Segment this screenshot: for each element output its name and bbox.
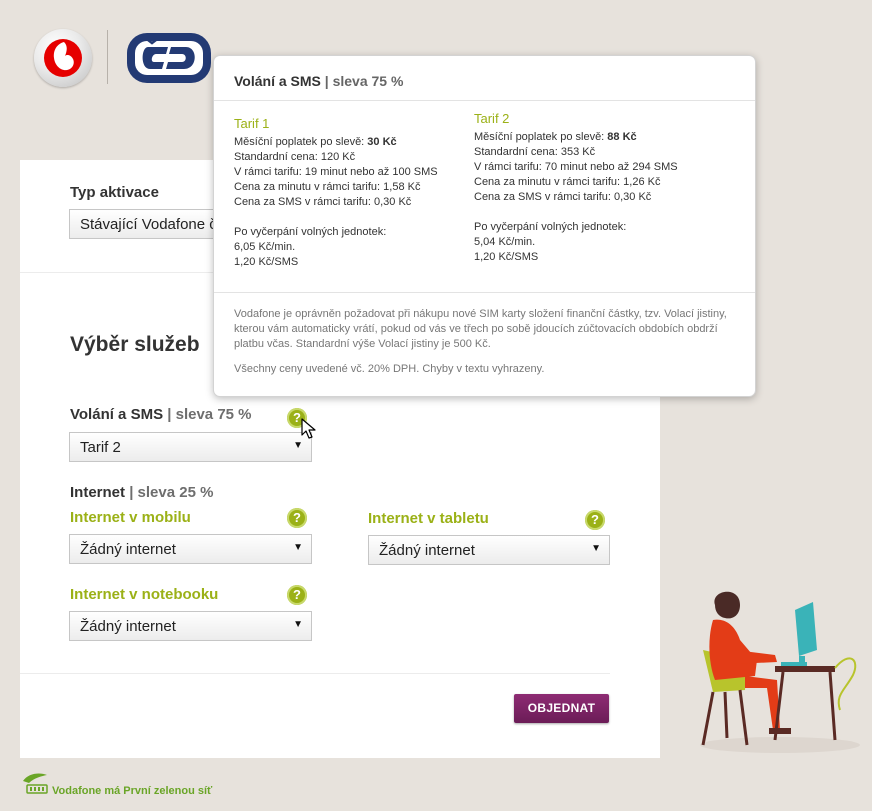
calls-tariff-select[interactable]: Tarif 2 ▼: [69, 432, 312, 462]
chevron-down-icon: ▼: [293, 619, 303, 630]
tooltip-note-vat: Všechny ceny uvedené vč. 20% DPH. Chyby …: [234, 363, 545, 375]
internet-discount: | sleva 25 %: [129, 484, 214, 501]
internet-mobile-select[interactable]: Žádný internet ▼: [69, 534, 312, 564]
cd-logo-icon: [127, 33, 211, 83]
tarif1-after-label: Po vyčerpání volných jednotek:: [234, 226, 387, 238]
footer-badge: Vodafone má První zelenou síť: [20, 772, 212, 801]
vodafone-speechmark-icon: [44, 39, 82, 77]
internet-tablet-select[interactable]: Žádný internet ▼: [368, 535, 610, 565]
tooltip-divider-bottom: [214, 292, 755, 293]
internet-mobile-label: Internet v mobilu: [70, 509, 191, 526]
tarif2-name: Tarif 2: [474, 111, 510, 126]
chevron-down-icon: ▼: [591, 543, 601, 554]
internet-notebook-value: Žádný internet: [80, 618, 176, 635]
internet-tablet-value: Žádný internet: [379, 542, 475, 559]
tarif2-sms-price: Cena za SMS v rámci tarifu: 0,30 Kč: [474, 191, 652, 203]
tarif1-after-minute: 6,05 Kč/min.: [234, 241, 296, 253]
internet-tablet-help-icon[interactable]: ?: [585, 510, 605, 530]
calls-sms-discount: | sleva 75 %: [167, 406, 252, 423]
tarif2-standard: Standardní cena: 353 Kč: [474, 146, 596, 158]
internet-title: Internet: [70, 484, 126, 501]
tarif1-column: Tarif 1 Měsíční poplatek po slevě: 30 Kč…: [234, 116, 438, 270]
tooltip-divider: [214, 100, 755, 101]
calls-sms-title: Volání a SMS: [70, 406, 164, 423]
tarif1-name: Tarif 1: [234, 116, 270, 131]
person-at-computer-illustration: [685, 580, 865, 765]
tarif1-sms-price: Cena za SMS v rámci tarifu: 0,30 Kč: [234, 196, 412, 208]
tarif1-monthly: Měsíční poplatek po slevě: 30 Kč: [234, 136, 397, 148]
tooltip-title: Volání a SMS | sleva 75 %: [234, 73, 403, 89]
tarif2-after-sms: 1,20 Kč/SMS: [474, 251, 539, 263]
tarif1-minute-price: Cena za minutu v rámci tarifu: 1,58 Kč: [234, 181, 421, 193]
tooltip-title-text: Volání a SMS: [234, 73, 321, 89]
tarif1-after-sms: 1,20 Kč/SMS: [234, 256, 299, 268]
tarif2-column: Tarif 2 Měsíční poplatek po slevě: 88 Kč…: [474, 111, 678, 265]
internet-notebook-select[interactable]: Žádný internet ▼: [69, 611, 312, 641]
calls-sms-tooltip: Volání a SMS | sleva 75 % Tarif 1 Měsíčn…: [213, 55, 756, 397]
bottom-divider: [20, 673, 610, 674]
calls-sms-label: Volání a SMS | sleva 75 %: [70, 406, 252, 423]
tarif2-minute-price: Cena za minutu v rámci tarifu: 1,26 Kč: [474, 176, 661, 188]
tooltip-title-discount: | sleva 75 %: [324, 73, 404, 89]
order-button[interactable]: OBJEDNAT: [514, 694, 609, 723]
internet-mobile-help-icon[interactable]: ?: [287, 508, 307, 528]
calls-tariff-value: Tarif 2: [80, 439, 121, 456]
internet-notebook-label: Internet v notebooku: [70, 586, 219, 603]
services-heading: Výběr služeb: [70, 333, 200, 356]
tarif1-standard: Standardní cena: 120 Kč: [234, 151, 356, 163]
internet-mobile-value: Žádný internet: [80, 541, 176, 558]
green-network-icon: [23, 773, 48, 794]
tarif2-included: V rámci tarifu: 70 minut nebo až 294 SMS: [474, 161, 678, 173]
tarif2-monthly: Měsíční poplatek po slevě: 88 Kč: [474, 131, 637, 143]
activation-type-value: Stávající Vodafone č: [80, 216, 217, 233]
tooltip-note-deposit: Vodafone je oprávněn požadovat při nákup…: [234, 308, 727, 350]
tarif2-after-label: Po vyčerpání volných jednotek:: [474, 221, 627, 233]
tarif1-included: V rámci tarifu: 19 minut nebo až 100 SMS: [234, 166, 438, 178]
internet-notebook-help-icon[interactable]: ?: [287, 585, 307, 605]
internet-tablet-label: Internet v tabletu: [368, 510, 489, 527]
chevron-down-icon: ▼: [293, 542, 303, 553]
footer-text: Vodafone má První zelenou síť: [52, 785, 213, 797]
cd-logo: [124, 30, 214, 91]
vodafone-logo: [34, 29, 92, 87]
mouse-cursor-icon: [301, 418, 317, 445]
activation-type-label: Typ aktivace: [70, 184, 159, 201]
internet-label: Internet | sleva 25 %: [70, 484, 213, 501]
tarif2-after-minute: 5,04 Kč/min.: [474, 236, 536, 248]
logo-separator: [107, 30, 108, 84]
